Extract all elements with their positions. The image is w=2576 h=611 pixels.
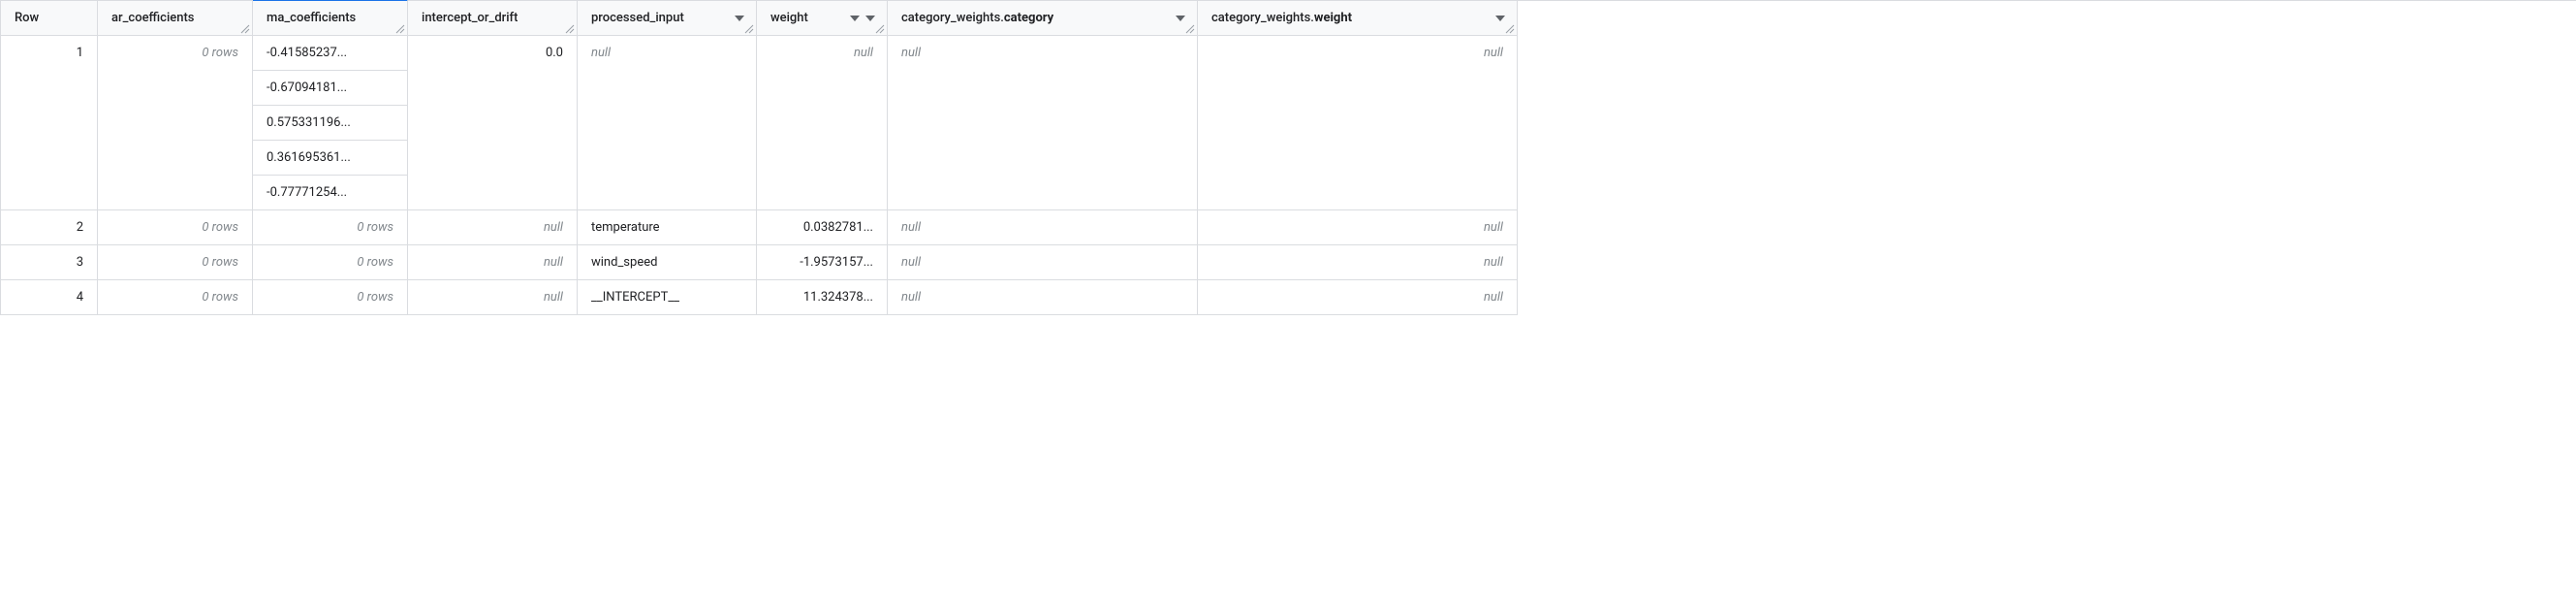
cell-cw_category: null	[888, 280, 1198, 315]
cell-processed_input: null	[578, 36, 757, 210]
column-header-weight[interactable]: weight	[757, 1, 888, 36]
nested-array-item: 0.575331196...	[253, 106, 407, 141]
column-header-row[interactable]: Row	[1, 1, 98, 36]
cell-ma_coefficients: 0 rows	[253, 210, 408, 245]
column-label: ma_coefficients	[267, 11, 356, 25]
cell-intercept_or_drift: null	[408, 210, 578, 245]
cell-ma_coefficients: -0.41585237...-0.67094181...0.575331196.…	[253, 36, 408, 210]
resize-handle-icon[interactable]	[395, 24, 405, 34]
column-label: ar_coefficients	[111, 11, 195, 25]
cell-row: 3	[1, 245, 98, 280]
results-table: Row ar_coefficients ma_coefficients interce…	[0, 0, 2576, 315]
column-label: category_weights.weight	[1211, 11, 1352, 25]
cell-cw_category: null	[888, 210, 1198, 245]
cell-ar_coefficients: 0 rows	[98, 245, 253, 280]
cell-weight: 0.0382781...	[757, 210, 888, 245]
cell-cw_weight: null	[1198, 36, 1518, 210]
chevron-down-icon[interactable]	[735, 16, 744, 21]
cell-intercept_or_drift: null	[408, 280, 578, 315]
cell-weight: null	[757, 36, 888, 210]
cell-row: 2	[1, 210, 98, 245]
cell-row: 4	[1, 280, 98, 315]
cell-processed_input: temperature	[578, 210, 757, 245]
cell-ma_coefficients: 0 rows	[253, 280, 408, 315]
cell-cw_weight: null	[1198, 210, 1518, 245]
column-header-cw_weight[interactable]: category_weights.weight	[1198, 1, 1518, 36]
column-label: processed_input	[591, 11, 684, 25]
chevron-down-icon[interactable]	[1176, 16, 1185, 21]
resize-handle-icon[interactable]	[1185, 24, 1195, 34]
column-header-processed_input[interactable]: processed_input	[578, 1, 757, 36]
resize-handle-icon[interactable]	[875, 24, 885, 34]
nested-array-item: -0.67094181...	[253, 71, 407, 106]
cell-cw_category: null	[888, 36, 1198, 210]
sort-desc-icon[interactable]	[850, 16, 860, 21]
nested-array-item: -0.41585237...	[253, 36, 407, 71]
cell-ar_coefficients: 0 rows	[98, 36, 253, 210]
cell-processed_input: wind_speed	[578, 245, 757, 280]
cell-cw_weight: null	[1198, 280, 1518, 315]
column-header-ar_coefficients[interactable]: ar_coefficients	[98, 1, 253, 36]
nested-array-item: 0.361695361...	[253, 141, 407, 176]
column-label: weight	[770, 11, 808, 25]
column-label: intercept_or_drift	[422, 11, 518, 25]
column-label: category_weights.category	[901, 11, 1053, 25]
nested-array-item: -0.77771254...	[253, 176, 407, 209]
column-header-intercept_or_drift[interactable]: intercept_or_drift	[408, 1, 578, 36]
cell-intercept_or_drift: null	[408, 245, 578, 280]
column-header-cw_category[interactable]: category_weights.category	[888, 1, 1198, 36]
resize-handle-icon[interactable]	[240, 24, 250, 34]
chevron-down-icon[interactable]	[1495, 16, 1505, 21]
cell-weight: -1.9573157...	[757, 245, 888, 280]
resize-handle-icon[interactable]	[565, 24, 575, 34]
cell-cw_weight: null	[1198, 245, 1518, 280]
resize-handle-icon[interactable]	[1505, 24, 1515, 34]
cell-intercept_or_drift: 0.0	[408, 36, 578, 210]
cell-ar_coefficients: 0 rows	[98, 280, 253, 315]
column-header-ma_coefficients[interactable]: ma_coefficients	[253, 0, 408, 36]
resize-handle-icon[interactable]	[744, 24, 754, 34]
column-label: Row	[15, 11, 39, 25]
cell-weight: 11.324378...	[757, 280, 888, 315]
cell-processed_input: __INTERCEPT__	[578, 280, 757, 315]
cell-ar_coefficients: 0 rows	[98, 210, 253, 245]
cell-row: 1	[1, 36, 98, 210]
nested-array: -0.41585237...-0.67094181...0.575331196.…	[253, 36, 407, 209]
cell-cw_category: null	[888, 245, 1198, 280]
chevron-down-icon[interactable]	[865, 16, 875, 21]
cell-ma_coefficients: 0 rows	[253, 245, 408, 280]
